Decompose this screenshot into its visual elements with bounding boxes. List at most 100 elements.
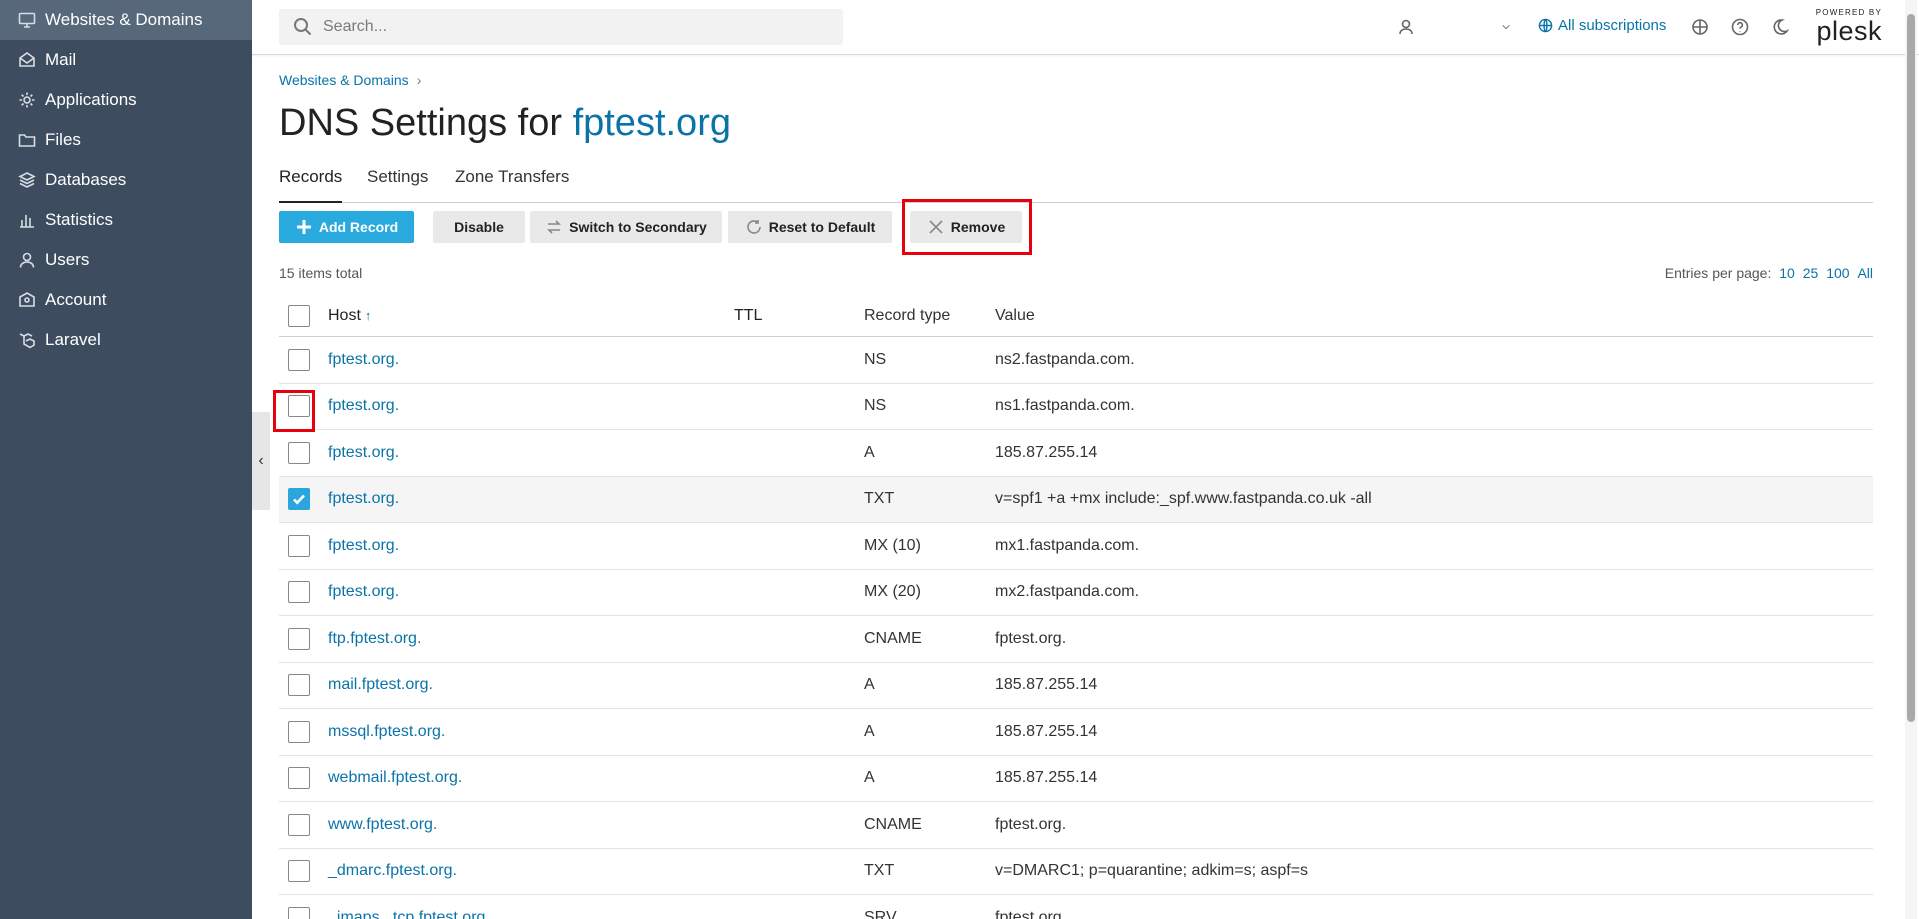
extensions-icon[interactable] <box>1689 16 1711 38</box>
add-record-button[interactable]: Add Record <box>279 211 414 243</box>
record-type-cell: A <box>864 443 875 461</box>
reset-to-default-button[interactable]: Reset to Default <box>728 211 892 243</box>
host-link[interactable]: fptest.org. <box>328 570 399 616</box>
value-cell: 185.87.255.14 <box>995 676 1098 694</box>
items-total: 15 items total <box>279 265 363 281</box>
row-checkbox[interactable] <box>288 813 310 836</box>
table-row[interactable]: ftp.fptest.org. CNAME fptest.org. <box>279 616 1873 663</box>
per-page-all[interactable]: All <box>1857 265 1873 281</box>
row-checkbox-cell <box>288 756 310 802</box>
chevron-left-icon: ‹ <box>258 452 264 469</box>
table-row[interactable]: mssql.fptest.org. A 185.87.255.14 <box>279 709 1873 756</box>
row-checkbox[interactable] <box>288 488 310 511</box>
sidebar-item-applications[interactable]: Applications <box>0 80 252 120</box>
plesk-logo: POWERED BY plesk <box>1807 8 1882 45</box>
table-row[interactable]: fptest.org. A 185.87.255.14 <box>279 430 1873 477</box>
host-link[interactable]: fptest.org. <box>328 430 399 476</box>
host-column-header[interactable]: Host ↑ <box>328 295 371 336</box>
switch-to-secondary-button[interactable]: Switch to Secondary <box>530 211 722 243</box>
host-link[interactable]: fptest.org. <box>328 477 399 523</box>
table-row[interactable]: fptest.org. NS ns1.fastpanda.com. <box>279 384 1873 430</box>
row-checkbox[interactable] <box>288 767 310 790</box>
table-row[interactable]: mail.fptest.org. A 185.87.255.14 <box>279 663 1873 709</box>
search-icon <box>294 18 312 36</box>
sidebar-item-databases[interactable]: Databases <box>0 160 252 200</box>
host-link[interactable]: webmail.fptest.org. <box>328 756 462 802</box>
page-title-domain[interactable]: fptest.org <box>573 102 731 144</box>
tab-settings[interactable]: Settings <box>367 167 428 195</box>
host-link[interactable]: fptest.org. <box>328 523 399 569</box>
page-title-prefix: DNS Settings for <box>279 102 573 144</box>
record-type-column-header[interactable]: Record type <box>864 295 950 336</box>
per-page-10[interactable]: 10 <box>1779 265 1795 281</box>
host-link[interactable]: mssql.fptest.org. <box>328 709 445 755</box>
row-checkbox[interactable] <box>288 906 310 919</box>
table-row[interactable]: fptest.org. TXT v=spf1 +a +mx include:_spf… <box>279 476 1873 523</box>
row-checkbox[interactable] <box>288 860 310 883</box>
value-cell: v=DMARC1; p=quarantine; adkim=s; aspf=s <box>995 862 1309 880</box>
sidebar-item-laravel[interactable]: Laravel <box>0 320 252 360</box>
sidebar-item-files[interactable]: Files <box>0 120 252 160</box>
search-box[interactable] <box>279 9 843 45</box>
record-type-cell: TXT <box>864 490 895 508</box>
table-row[interactable]: webmail.fptest.org. A 185.87.255.14 <box>279 756 1873 802</box>
host-link[interactable]: _imaps._tcp.fptest.org. <box>328 895 490 919</box>
row-checkbox[interactable] <box>288 534 310 557</box>
sidebar-item-label: Account <box>45 290 107 309</box>
table-row[interactable]: fptest.org. NS ns2.fastpanda.com. <box>279 337 1873 384</box>
breadcrumb-link[interactable]: Websites & Domains <box>279 72 409 88</box>
user-icon[interactable] <box>1395 16 1417 38</box>
row-checkbox-cell <box>288 895 310 919</box>
row-checkbox[interactable] <box>288 674 310 697</box>
sidebar-item-label: Users <box>45 250 90 269</box>
sidebar-item-label: Statistics <box>45 210 114 229</box>
ttl-column-header[interactable]: TTL <box>734 295 762 336</box>
search-input[interactable] <box>323 18 823 36</box>
row-checkbox[interactable] <box>288 627 310 650</box>
select-all-checkbox[interactable] <box>288 304 310 327</box>
tab-records[interactable]: Records <box>279 167 343 203</box>
sidebar-item-account[interactable]: Account <box>0 280 252 320</box>
table-row[interactable]: _dmarc.fptest.org. TXT v=DMARC1; p=quarant… <box>279 849 1873 895</box>
disable-button[interactable]: Disable <box>433 211 525 243</box>
chevron-down-icon[interactable] <box>1495 16 1517 38</box>
row-checkbox[interactable] <box>288 441 310 464</box>
remove-button-highlight <box>902 199 1032 255</box>
tab-zone-transfers[interactable]: Zone Transfers <box>455 167 569 195</box>
host-link[interactable]: _dmarc.fptest.org. <box>328 849 457 895</box>
host-link[interactable]: www.fptest.org. <box>328 802 437 848</box>
table-row[interactable]: fptest.org. MX (10) mx1.fastpanda.com. <box>279 523 1873 570</box>
table-row[interactable]: _imaps._tcp.fptest.org. SRV fptest.org. <box>279 895 1873 919</box>
row-checkbox[interactable] <box>288 720 310 743</box>
reset-to-default-label: Reset to Default <box>768 219 876 235</box>
table-row[interactable]: fptest.org. MX (20) mx2.fastpanda.com. <box>279 570 1873 616</box>
row-checkbox[interactable] <box>288 348 310 371</box>
select-all-cell <box>288 295 310 336</box>
record-type-cell: TXT <box>864 862 895 880</box>
host-link[interactable]: fptest.org. <box>328 384 399 430</box>
value-cell: ns2.fastpanda.com. <box>995 350 1135 368</box>
sidebar-collapse-button[interactable]: ‹ <box>252 412 270 510</box>
help-icon[interactable] <box>1729 16 1751 38</box>
all-subscriptions-label: All subscriptions <box>1558 17 1667 34</box>
page-scrollbar[interactable] <box>1905 0 1917 919</box>
host-link[interactable]: fptest.org. <box>328 337 399 383</box>
per-page-100[interactable]: 100 <box>1826 265 1849 281</box>
scrollbar-thumb[interactable] <box>1907 14 1915 722</box>
sidebar-item-mail[interactable]: Mail <box>0 40 252 80</box>
per-page-25[interactable]: 25 <box>1803 265 1819 281</box>
host-link[interactable]: mail.fptest.org. <box>328 663 433 709</box>
host-link[interactable]: ftp.fptest.org. <box>328 616 421 662</box>
row-checkbox-cell <box>288 849 310 895</box>
record-type-cell: CNAME <box>864 815 922 833</box>
sidebar-item-statistics[interactable]: Statistics <box>0 200 252 240</box>
dark-mode-icon[interactable] <box>1769 16 1791 38</box>
table-row[interactable]: www.fptest.org. CNAME fptest.org. <box>279 802 1873 849</box>
all-subscriptions-link[interactable]: All subscriptions <box>1538 17 1666 34</box>
sidebar-item-users[interactable]: Users <box>0 240 252 280</box>
table-header-row: Host ↑ TTL Record type Value <box>279 295 1873 337</box>
record-type-cell: MX (10) <box>864 536 921 554</box>
value-column-header[interactable]: Value <box>995 295 1035 336</box>
row-checkbox[interactable] <box>288 581 310 604</box>
sidebar-item-websites-domains[interactable]: Websites & Domains <box>0 0 252 40</box>
